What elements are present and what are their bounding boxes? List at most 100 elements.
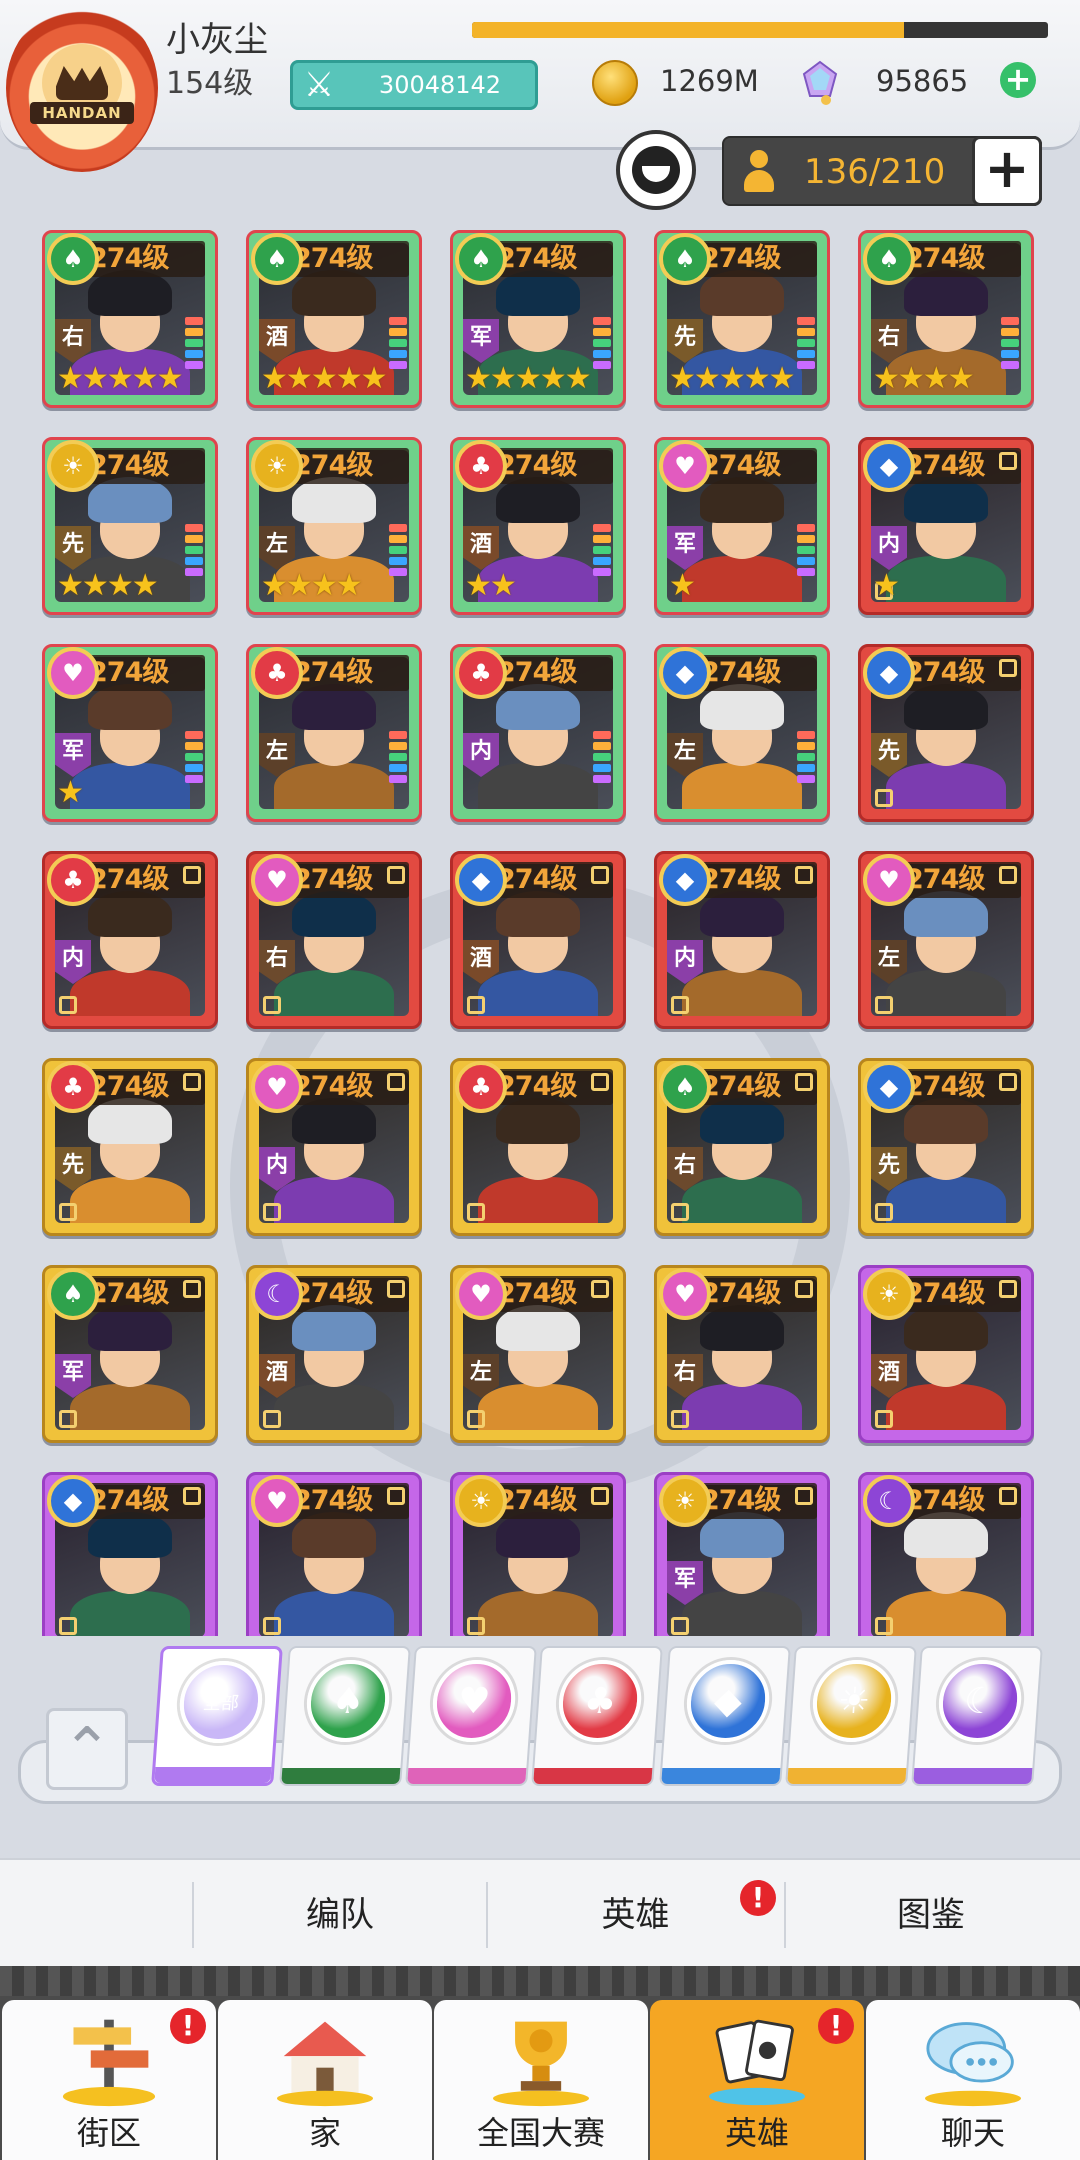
hero-card[interactable]: 274级 ♠ 酒 ★ ★ ★ ★ ★: [246, 230, 422, 408]
frame-corner-ornament: [591, 1487, 609, 1505]
filter-tab-diamond[interactable]: ◆: [659, 1646, 791, 1786]
hero-card[interactable]: 274级 ♥ 左: [858, 851, 1034, 1029]
star-icon: ★: [285, 568, 313, 603]
hero-card[interactable]: 274级 ◆ 先: [858, 1058, 1034, 1236]
frame-corner-ornament: [795, 1073, 813, 1091]
nav-heroes[interactable]: 英雄!: [650, 2000, 864, 2160]
tab-team[interactable]: 编队: [195, 1884, 485, 1946]
hero-level: 274级: [693, 655, 817, 691]
bottom-navigation: 街区! 家 全国大赛 英雄! 聊天: [0, 1966, 1080, 2160]
heart-suit-icon: ♥: [659, 1268, 711, 1320]
equipment-chips: [593, 731, 611, 786]
tab-codex[interactable]: 图鉴: [786, 1884, 1076, 1946]
equipment-chips: [797, 317, 815, 372]
frame-corner-ornament: [183, 1073, 201, 1091]
filter-tab-moon[interactable]: ☾: [911, 1646, 1043, 1786]
hero-card[interactable]: 274级 ♠ 军: [42, 1265, 218, 1443]
hero-card[interactable]: 274级 ♥ 右: [246, 851, 422, 1029]
hero-card[interactable]: 274级 ♠ 右 ★ ★ ★ ★ ★: [42, 230, 218, 408]
star-icon: ★: [57, 361, 84, 396]
club-suit-icon: ♣: [47, 1061, 99, 1113]
hero-card[interactable]: 274级 ☀ 先 ★ ★ ★ ★: [42, 437, 218, 615]
house-icon: [277, 2021, 373, 2107]
hero-card[interactable]: 274级 ♠ 右: [654, 1058, 830, 1236]
hero-card[interactable]: 274级 ♣ 酒 ★ ★: [450, 437, 626, 615]
hero-card[interactable]: 274级 ☀ 酒: [858, 1265, 1034, 1443]
hero-card[interactable]: 274级 ☀ 左 ★ ★ ★ ★: [246, 437, 422, 615]
filter-tab-sun[interactable]: ☀: [785, 1646, 917, 1786]
frame-corner-ornament: [467, 1617, 485, 1635]
hero-card[interactable]: 274级 ◆: [42, 1472, 218, 1636]
tab-heroes[interactable]: 英雄: [488, 1884, 783, 1946]
scroll-up-button[interactable]: ⌃: [46, 1708, 128, 1790]
hero-card[interactable]: 274级 ◆ 先: [858, 644, 1034, 822]
spade-suit-icon: ♠: [863, 233, 915, 285]
hero-card[interactable]: 274级 ♠ 右 ★ ★ ★ ★: [858, 230, 1034, 408]
star-icon: ★: [106, 568, 134, 603]
star-icon: ★: [81, 568, 109, 603]
diamond-suit-icon: ◆: [863, 1061, 915, 1113]
hero-card[interactable]: 274级 ◆ 酒: [450, 851, 626, 1029]
hero-card[interactable]: 274级 ◆ 内: [654, 851, 830, 1029]
nav-street[interactable]: 街区!: [2, 2000, 216, 2160]
nav-chat[interactable]: 聊天: [866, 2000, 1080, 2160]
hero-card[interactable]: 274级 ♠ 先 ★ ★ ★ ★ ★: [654, 230, 830, 408]
filter-tab-color-bar: [154, 1767, 272, 1783]
star-icon: ★: [539, 361, 567, 396]
hero-card[interactable]: 274级 ♥ 右: [654, 1265, 830, 1443]
hero-card[interactable]: 274级 ♠ 军 ★ ★ ★ ★ ★: [450, 230, 626, 408]
equipment-chips: [797, 731, 815, 786]
player-avatar[interactable]: HANDAN: [6, 4, 158, 172]
frame-corner-ornament: [795, 866, 813, 884]
star-icon: ★: [285, 361, 313, 396]
hero-card[interactable]: 274级 ♥ 内: [246, 1058, 422, 1236]
filter-tab-club[interactable]: ♣: [531, 1646, 663, 1786]
star-icon: ★: [743, 361, 771, 396]
hero-card[interactable]: 274级 ♥: [246, 1472, 422, 1636]
star-icon: ★: [897, 361, 925, 396]
star-icon: ★: [465, 568, 492, 603]
hero-portrait-icon[interactable]: [616, 130, 696, 210]
spade-suit-icon: ♠: [251, 233, 303, 285]
hero-card[interactable]: 274级 ◆ 内 ★: [858, 437, 1034, 615]
filter-tab-all[interactable]: 全部: [151, 1646, 283, 1786]
hero-card[interactable]: 274级 ☀ 军: [654, 1472, 830, 1636]
hero-card[interactable]: 274级 ♥ 左: [450, 1265, 626, 1443]
combat-power-value: 30048142: [378, 71, 502, 99]
filter-tab-spade[interactable]: ♠: [279, 1646, 411, 1786]
hero-card[interactable]: 274级 ♥ 军 ★: [654, 437, 830, 615]
filter-tab-color-bar: [787, 1768, 907, 1784]
hero-card[interactable]: 274级 ♥ 军 ★: [42, 644, 218, 822]
filter-tab-heart[interactable]: ♥: [405, 1646, 537, 1786]
hero-card[interactable]: 274级 ♣ 先: [42, 1058, 218, 1236]
hero-card[interactable]: 274级 ♣ 左: [246, 644, 422, 822]
heart-suit-icon: ♥: [659, 440, 711, 492]
frame-corner-ornament: [263, 1203, 281, 1221]
frame-corner-ornament: [999, 1073, 1017, 1091]
alert-badge: !: [170, 2008, 206, 2044]
star-icon: ★: [489, 361, 517, 396]
nav-contest[interactable]: 全国大赛: [434, 2000, 648, 2160]
star-icon: ★: [57, 568, 84, 603]
hero-card[interactable]: 274级 ♣ 内: [450, 644, 626, 822]
expand-roster-button[interactable]: +: [972, 136, 1042, 206]
frame-corner-ornament: [59, 1617, 77, 1635]
add-currency-button[interactable]: +: [1000, 62, 1036, 98]
cards-icon: [709, 2019, 805, 2106]
heart-suit-icon: ♥: [430, 1660, 518, 1742]
frame-corner-ornament: [671, 996, 689, 1014]
star-icon: ★: [947, 361, 975, 396]
frame-corner-ornament: [875, 1617, 893, 1635]
hero-card[interactable]: 274级 ☾: [858, 1472, 1034, 1636]
frame-corner-ornament: [387, 1073, 405, 1091]
nav-home[interactable]: 家: [218, 2000, 432, 2160]
hero-card[interactable]: 274级 ♣: [450, 1058, 626, 1236]
hero-card[interactable]: 274级 ☀: [450, 1472, 626, 1636]
hero-card[interactable]: 274级 ☾ 酒: [246, 1265, 422, 1443]
hero-card[interactable]: 274级 ◆ 左: [654, 644, 830, 822]
frame-corner-ornament: [999, 1280, 1017, 1298]
diamond-suit-icon: ◆: [659, 854, 711, 906]
sun-suit-icon: ☀: [863, 1268, 915, 1320]
star-icon: ★: [564, 361, 592, 396]
hero-card[interactable]: 274级 ♣ 内: [42, 851, 218, 1029]
